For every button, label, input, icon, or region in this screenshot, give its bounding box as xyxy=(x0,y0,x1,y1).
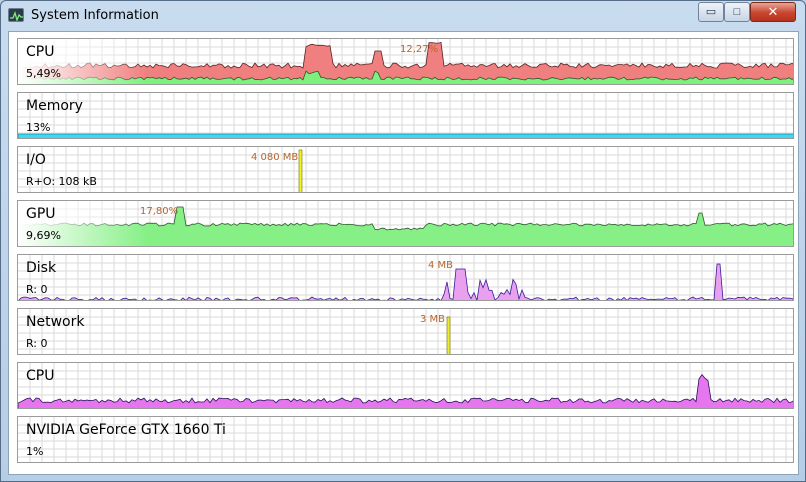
network-graph xyxy=(18,309,793,354)
panel-cpu[interactable]: CPU 5,49% 12,27% xyxy=(17,38,794,85)
window-title: System Information xyxy=(31,8,159,23)
disk-graph xyxy=(18,255,793,300)
monitor-panels-area: CPU 5,49% 12,27% Memory 13% I/O R+O: 108… xyxy=(8,31,799,475)
peak-label: 17,80% xyxy=(140,206,179,217)
panel-value: R+O: 108 kB xyxy=(26,175,97,188)
gpu-graph xyxy=(18,201,793,246)
cpu2-graph xyxy=(18,363,793,408)
close-button[interactable]: ✕ xyxy=(750,2,796,22)
panel-value: 1% xyxy=(26,445,44,458)
activity-graph-icon xyxy=(8,8,24,22)
gpu-model-baseline xyxy=(18,463,794,464)
panel-gpu[interactable]: GPU 9,69% 17,80% xyxy=(17,200,794,247)
panel-disk[interactable]: Disk R: 0 4 MB xyxy=(17,254,794,301)
io-spike xyxy=(298,149,303,192)
panel-title: NVIDIA GeForce GTX 1660 Ti xyxy=(26,422,226,438)
panel-title: GPU xyxy=(26,206,56,222)
panel-title: Disk xyxy=(26,260,57,276)
title-bar[interactable]: System Information ▭ □ ✕ xyxy=(1,1,805,31)
panel-gpu-model[interactable]: NVIDIA GeForce GTX 1660 Ti 1% xyxy=(17,416,794,463)
minimize-button[interactable]: ▭ xyxy=(698,2,724,22)
panel-title: CPU xyxy=(26,368,55,384)
panel-title: CPU xyxy=(26,44,55,60)
panel-value: 5,49% xyxy=(26,67,61,80)
panel-cpu-2[interactable]: CPU xyxy=(17,362,794,409)
graph-grid xyxy=(18,147,793,192)
panel-value: 13% xyxy=(26,121,51,134)
panel-io[interactable]: I/O R+O: 108 kB 4 080 MB xyxy=(17,146,794,193)
panel-memory[interactable]: Memory 13% xyxy=(17,92,794,139)
network-spike xyxy=(446,316,451,354)
peak-label: 4 080 MB xyxy=(251,152,299,163)
panel-title: I/O xyxy=(26,152,46,168)
graph-grid xyxy=(18,255,793,300)
io-graph xyxy=(18,147,793,192)
panel-value: 9,69% xyxy=(26,229,61,242)
peak-label: 3 MB xyxy=(420,314,446,325)
panel-title: Network xyxy=(26,314,85,330)
panel-title: Memory xyxy=(26,98,83,114)
panel-value: R: 0 xyxy=(26,283,48,296)
panel-value: R: 0 xyxy=(26,337,48,350)
maximize-button[interactable]: □ xyxy=(724,2,750,22)
peak-label: 4 MB xyxy=(428,260,454,271)
graph-grid xyxy=(18,93,793,138)
graph-grid xyxy=(18,309,793,354)
panel-network[interactable]: Network R: 0 3 MB xyxy=(17,308,794,355)
system-information-window: System Information ▭ □ ✕ CPU 5,49% 12,27… xyxy=(0,0,806,482)
memory-bar xyxy=(18,133,793,138)
peak-label: 12,27% xyxy=(400,44,439,55)
memory-graph xyxy=(18,93,793,138)
